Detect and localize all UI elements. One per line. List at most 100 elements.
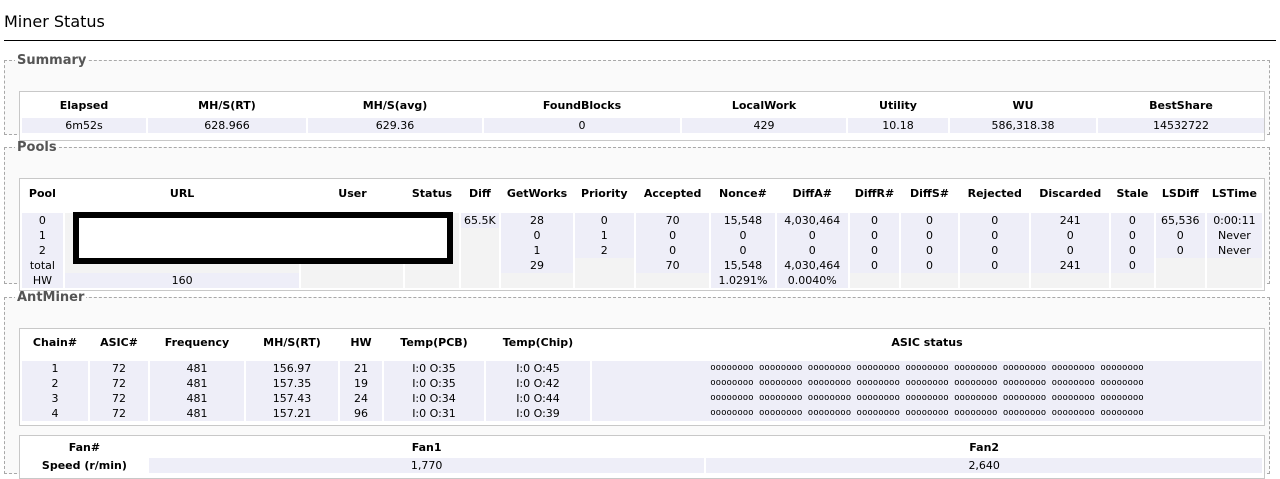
pools-header-stale: Stale xyxy=(1116,186,1149,200)
title-divider xyxy=(4,40,1276,41)
pools-cell-diffa: 4,030,464 xyxy=(776,213,848,228)
antminer-header-hw: HW xyxy=(350,335,372,349)
antminer-cell-chain: 4 xyxy=(22,406,88,421)
fan-header-fan2: Fan2 xyxy=(969,440,1000,454)
pools-cell-user xyxy=(301,273,404,288)
antminer-cell-mhs-rt: 157.21 xyxy=(246,406,338,421)
antminer-cell-asic-status: oooooooo oooooooo oooooooo oooooooo oooo… xyxy=(592,391,1262,406)
pools-cell-rejected: 0 xyxy=(960,213,1030,228)
summary-table-box: Elapsed MH/S(RT) MH/S(avg) FoundBlocks L… xyxy=(19,91,1265,141)
pools-cell-nonce: 15,548 xyxy=(711,213,775,228)
pools-cell-diffr xyxy=(849,273,899,288)
antminer-cell-hw: 19 xyxy=(340,376,382,391)
pools-cell-lsdiff: 0 xyxy=(1155,243,1205,258)
summary-header-utility: Utility xyxy=(879,98,917,112)
pools-cell-diffr: 0 xyxy=(849,258,899,273)
pools-cell-lsdiff xyxy=(1155,258,1205,273)
antminer-cell-frequency: 481 xyxy=(150,361,244,376)
pools-cell-stale: 0 xyxy=(1110,213,1154,228)
pools-cell-nonce: 15,548 xyxy=(711,258,775,273)
antminer-cell-mhs-rt: 156.97 xyxy=(246,361,338,376)
table-row: 1 72 481 156.97 21 I:0 O:35 I:0 O:45 oooooooo o… xyxy=(22,361,1262,376)
pools-cell-nonce: 1.0291% xyxy=(711,273,775,288)
antminer-cell-asic: 72 xyxy=(90,361,148,376)
pools-cell-nonce: 0 xyxy=(711,228,775,243)
antminer-cell-temp-pcb: I:0 O:31 xyxy=(384,406,484,421)
antminer-cell-asic: 72 xyxy=(90,391,148,406)
pools-header-nonce: Nonce# xyxy=(719,186,767,200)
pools-cell-priority xyxy=(574,258,634,273)
pools-header-url: URL xyxy=(169,186,195,200)
pools-cell-lsdiff: 65,536 xyxy=(1155,213,1205,228)
summary-header-mhs-rt: MH/S(RT) xyxy=(198,98,256,112)
pools-cell-accepted: 0 xyxy=(635,243,710,258)
summary-header-elapsed: Elapsed xyxy=(59,98,109,112)
pools-cell-status xyxy=(405,273,459,288)
pools-header-lstime: LSTime xyxy=(1211,186,1257,200)
summary-wu: 586,318.38 xyxy=(950,118,1096,133)
antminer-cell-asic-status: oooooooo oooooooo oooooooo oooooooo oooo… xyxy=(592,406,1262,421)
antminer-chain-table-box: Chain# ASIC# Frequency MH/S(RT) HW Temp(… xyxy=(19,328,1265,426)
pools-cell-diff xyxy=(460,273,500,288)
antminer-cell-mhs-rt: 157.35 xyxy=(246,376,338,391)
pools-header-diffa: DiffA# xyxy=(792,186,833,200)
summary-mhs-avg: 629.36 xyxy=(308,118,482,133)
table-row: HW 160 1.0291% 0.0040% xyxy=(22,273,1262,288)
pools-cell-pool: 0 xyxy=(22,213,63,228)
antminer-cell-hw: 21 xyxy=(340,361,382,376)
pools-cell-getworks: 29 xyxy=(501,258,573,273)
pools-cell-diff xyxy=(460,228,500,243)
pools-legend: Pools xyxy=(17,140,57,155)
summary-header-bestshare: BestShare xyxy=(1149,98,1213,112)
summary-legend: Summary xyxy=(17,53,87,68)
antminer-section: AntMiner Chain# ASIC# Frequency MH/S(RT)… xyxy=(4,290,1270,479)
antminer-header-asic: ASIC# xyxy=(100,335,138,349)
fan-header-row: Fan# Fan1 Fan2 xyxy=(22,436,1262,458)
antminer-cell-frequency: 481 xyxy=(150,406,244,421)
pools-cell-diffa: 4,030,464 xyxy=(776,258,848,273)
summary-header-foundblocks: FoundBlocks xyxy=(542,98,622,112)
pools-cell-pool: 1 xyxy=(22,228,63,243)
pools-header-pool: Pool xyxy=(28,186,56,200)
fan-speed-row: Speed (r/min) 1,770 2,640 xyxy=(22,458,1262,473)
table-row: 4 72 481 157.21 96 I:0 O:31 I:0 O:39 oooooooo o… xyxy=(22,406,1262,421)
antminer-cell-chain: 2 xyxy=(22,376,88,391)
antminer-header-row: Chain# ASIC# Frequency MH/S(RT) HW Temp(… xyxy=(22,329,1262,355)
fan-table-box: Fan# Fan1 Fan2 Speed (r/min) 1,770 2,640 xyxy=(19,435,1265,479)
pools-cell-pool: total xyxy=(22,258,63,273)
antminer-cell-temp-pcb: I:0 O:35 xyxy=(384,376,484,391)
pools-cell-diff xyxy=(460,258,500,273)
pools-cell-rejected: 0 xyxy=(960,258,1030,273)
pools-cell-diffa: 0.0040% xyxy=(776,273,848,288)
pools-cell-discarded: 0 xyxy=(1031,228,1109,243)
pools-cell-pool: HW xyxy=(22,273,63,288)
pools-cell-accepted: 0 xyxy=(635,228,710,243)
pools-cell-diffa: 0 xyxy=(776,228,848,243)
fan1-speed: 1,770 xyxy=(148,458,705,473)
pools-cell-discarded: 241 xyxy=(1031,213,1109,228)
pools-cell-stale: 0 xyxy=(1110,258,1154,273)
pools-cell-stale xyxy=(1110,273,1154,288)
pools-cell-lstime: Never xyxy=(1206,228,1262,243)
summary-utility: 10.18 xyxy=(848,118,948,133)
pools-header-accepted: Accepted xyxy=(643,186,702,200)
antminer-cell-temp-pcb: I:0 O:34 xyxy=(384,391,484,406)
antminer-chain-table-body: 1 72 481 156.97 21 I:0 O:35 I:0 O:45 oooooooo o… xyxy=(22,355,1262,421)
pools-cell-stale: 0 xyxy=(1110,243,1154,258)
pools-cell-diffr: 0 xyxy=(849,243,899,258)
pools-cell-accepted: 70 xyxy=(635,213,710,228)
summary-bestshare: 14532722 xyxy=(1098,118,1264,133)
antminer-cell-asic: 72 xyxy=(90,406,148,421)
page-title: Miner Status xyxy=(4,12,105,31)
pools-cell-diff xyxy=(460,243,500,258)
fan-speed-label: Speed (r/min) xyxy=(22,458,147,473)
summary-localwork: 429 xyxy=(682,118,846,133)
pools-cell-priority: 0 xyxy=(574,213,634,228)
pools-cell-stale: 0 xyxy=(1110,228,1154,243)
antminer-cell-temp-chip: I:0 O:39 xyxy=(486,406,590,421)
summary-value-row: 6m52s 628.966 629.36 0 429 10.18 586,318… xyxy=(22,118,1264,133)
pools-cell-rejected xyxy=(960,273,1030,288)
pools-cell-rejected: 0 xyxy=(960,243,1030,258)
pools-cell-discarded: 241 xyxy=(1031,258,1109,273)
pools-header-discarded: Discarded xyxy=(1039,186,1102,200)
